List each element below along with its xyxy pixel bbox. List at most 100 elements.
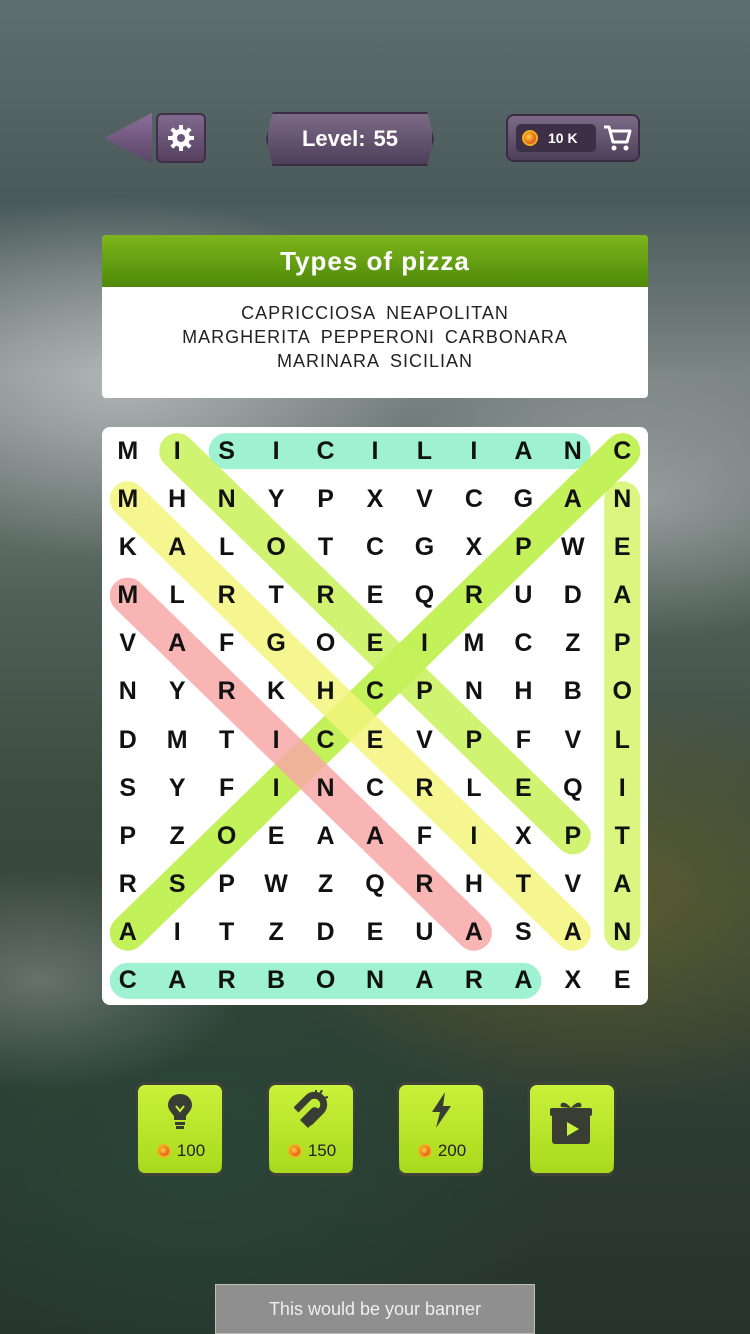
letter-grid[interactable]: MISICILIANCMHNYPXVCGANKALOTCGXPWEMLRTREQ… <box>102 427 648 1005</box>
grid-cell[interactable]: V <box>548 861 597 909</box>
grid-cell[interactable]: C <box>350 764 399 812</box>
grid-cell[interactable]: V <box>103 620 152 668</box>
grid-cell[interactable]: I <box>152 427 201 475</box>
grid-cell[interactable]: E <box>499 764 548 812</box>
grid-cell[interactable]: C <box>350 523 399 571</box>
grid-cell[interactable]: I <box>251 427 300 475</box>
grid-cell[interactable]: A <box>449 909 498 957</box>
grid-cell[interactable]: G <box>400 523 449 571</box>
grid-cell[interactable]: A <box>548 909 597 957</box>
lightning-booster-button[interactable]: 200 <box>396 1082 486 1176</box>
grid-cell[interactable]: R <box>202 957 251 1005</box>
grid-cell[interactable]: C <box>598 427 647 475</box>
grid-cell[interactable]: Y <box>251 475 300 523</box>
grid-cell[interactable]: H <box>499 668 548 716</box>
grid-cell[interactable]: E <box>350 620 399 668</box>
grid-cell[interactable]: M <box>103 427 152 475</box>
grid-cell[interactable]: M <box>152 716 201 764</box>
grid-cell[interactable]: W <box>251 861 300 909</box>
grid-cell[interactable]: I <box>598 764 647 812</box>
grid-cell[interactable]: A <box>598 861 647 909</box>
grid-cell[interactable]: C <box>301 427 350 475</box>
grid-cell[interactable]: U <box>499 572 548 620</box>
hint-booster-button[interactable]: 100 <box>135 1082 225 1176</box>
grid-cell[interactable]: L <box>598 716 647 764</box>
grid-cell[interactable]: R <box>449 572 498 620</box>
grid-cell[interactable]: N <box>103 668 152 716</box>
grid-cell[interactable]: D <box>548 572 597 620</box>
grid-cell[interactable]: M <box>449 620 498 668</box>
grid-cell[interactable]: I <box>251 716 300 764</box>
grid-cell[interactable]: I <box>350 427 399 475</box>
grid-cell[interactable]: G <box>251 620 300 668</box>
grid-cell[interactable]: S <box>152 861 201 909</box>
grid-cell[interactable]: R <box>202 668 251 716</box>
grid-cell[interactable]: X <box>499 812 548 860</box>
grid-cell[interactable]: F <box>202 764 251 812</box>
grid-cell[interactable]: E <box>598 523 647 571</box>
grid-cell[interactable]: W <box>548 523 597 571</box>
grid-cell[interactable]: U <box>400 909 449 957</box>
grid-cell[interactable]: T <box>251 572 300 620</box>
grid-cell[interactable]: O <box>251 523 300 571</box>
grid-cell[interactable]: A <box>301 812 350 860</box>
grid-cell[interactable]: E <box>598 957 647 1005</box>
grid-cell[interactable]: P <box>202 861 251 909</box>
grid-cell[interactable]: R <box>449 957 498 1005</box>
grid-cell[interactable]: P <box>103 812 152 860</box>
grid-cell[interactable]: Q <box>548 764 597 812</box>
grid-cell[interactable]: K <box>103 523 152 571</box>
grid-cell[interactable]: Y <box>152 668 201 716</box>
grid-cell[interactable]: C <box>499 620 548 668</box>
grid-cell[interactable]: R <box>400 861 449 909</box>
grid-cell[interactable]: F <box>400 812 449 860</box>
grid-cell[interactable]: Z <box>301 861 350 909</box>
grid-cell[interactable]: R <box>202 572 251 620</box>
grid-cell[interactable]: S <box>499 909 548 957</box>
grid-cell[interactable]: P <box>598 620 647 668</box>
grid-cell[interactable]: D <box>301 909 350 957</box>
grid-cell[interactable]: F <box>202 620 251 668</box>
grid-cell[interactable]: C <box>350 668 399 716</box>
grid-cell[interactable]: N <box>548 427 597 475</box>
grid-cell[interactable]: M <box>103 475 152 523</box>
grid-cell[interactable]: O <box>301 620 350 668</box>
grid-cell[interactable]: L <box>152 572 201 620</box>
grid-cell[interactable]: H <box>301 668 350 716</box>
grid-cell[interactable]: E <box>251 812 300 860</box>
grid-cell[interactable]: T <box>301 523 350 571</box>
grid-cell[interactable]: P <box>301 475 350 523</box>
grid-cell[interactable]: A <box>400 957 449 1005</box>
grid-cell[interactable]: A <box>350 812 399 860</box>
grid-cell[interactable]: V <box>400 716 449 764</box>
grid-cell[interactable]: R <box>400 764 449 812</box>
video-reward-button[interactable] <box>527 1082 617 1176</box>
grid-cell[interactable]: V <box>400 475 449 523</box>
grid-cell[interactable]: X <box>350 475 399 523</box>
ad-banner[interactable]: This would be your banner <box>215 1284 535 1334</box>
grid-cell[interactable]: R <box>301 572 350 620</box>
grid-cell[interactable]: P <box>548 812 597 860</box>
grid-cell[interactable]: B <box>251 957 300 1005</box>
grid-cell[interactable]: R <box>103 861 152 909</box>
coin-balance[interactable]: 10 K <box>506 114 640 162</box>
grid-cell[interactable]: S <box>202 427 251 475</box>
grid-cell[interactable]: A <box>499 427 548 475</box>
grid-cell[interactable]: N <box>598 909 647 957</box>
grid-cell[interactable]: T <box>202 716 251 764</box>
settings-button[interactable] <box>156 113 206 163</box>
grid-cell[interactable]: A <box>152 523 201 571</box>
grid-cell[interactable]: Q <box>350 861 399 909</box>
grid-cell[interactable]: C <box>301 716 350 764</box>
grid-cell[interactable]: H <box>449 861 498 909</box>
grid-cell[interactable]: B <box>548 668 597 716</box>
grid-cell[interactable]: I <box>152 909 201 957</box>
grid-cell[interactable]: L <box>202 523 251 571</box>
grid-cell[interactable]: M <box>103 572 152 620</box>
grid-cell[interactable]: O <box>301 957 350 1005</box>
grid-cell[interactable]: D <box>103 716 152 764</box>
grid-cell[interactable]: E <box>350 716 399 764</box>
grid-cell[interactable]: F <box>499 716 548 764</box>
grid-cell[interactable]: O <box>202 812 251 860</box>
grid-cell[interactable]: H <box>152 475 201 523</box>
